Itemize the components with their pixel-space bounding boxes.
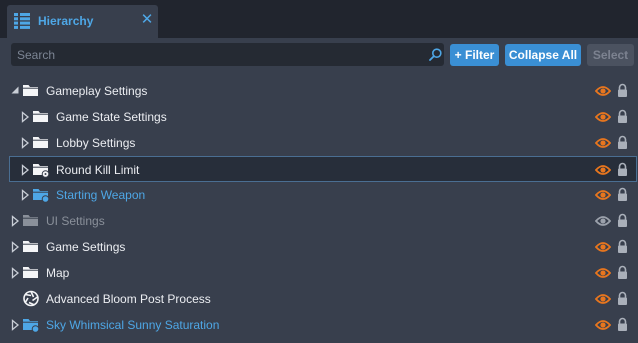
expanded-arrow-icon[interactable]: [10, 85, 20, 97]
tree-row[interactable]: Lobby Settings: [0, 130, 638, 156]
folder-icon: [33, 137, 48, 148]
collapsed-arrow-icon[interactable]: [20, 111, 30, 123]
tree-item-label: Starting Weapon: [56, 188, 146, 202]
search-input[interactable]: [11, 43, 425, 66]
folder-icon: [23, 85, 38, 96]
collapsed-arrow-icon[interactable]: [10, 241, 20, 253]
select-button[interactable]: Select: [587, 44, 634, 66]
eye-icon[interactable]: [595, 214, 611, 228]
tree-item-label: Lobby Settings: [56, 136, 136, 150]
eye-icon[interactable]: [595, 266, 611, 280]
search-icon[interactable]: [429, 48, 442, 61]
collapsed-arrow-icon[interactable]: [10, 267, 20, 279]
tree-item-label: Map: [46, 266, 70, 280]
eye-icon[interactable]: [595, 136, 611, 150]
eye-icon[interactable]: [595, 188, 611, 202]
aperture-icon: [23, 290, 39, 307]
eye-icon[interactable]: [595, 110, 611, 124]
lock-icon[interactable]: [617, 265, 628, 280]
folder-icon: [33, 111, 48, 122]
eye-icon[interactable]: [595, 163, 611, 177]
folder-icon: [23, 215, 38, 226]
collapsed-arrow-icon[interactable]: [20, 189, 30, 201]
lock-icon[interactable]: [617, 135, 628, 150]
hierarchy-icon: [14, 13, 30, 29]
eye-icon[interactable]: [595, 318, 611, 332]
hierarchy-tree: Gameplay Settings Game State Settings Lobb…: [0, 78, 638, 343]
tab-title: Hierarchy: [38, 14, 94, 28]
tree-item-label: Game State Settings: [56, 110, 167, 124]
tree-item-label: UI Settings: [46, 214, 105, 228]
tree-row[interactable]: Gameplay Settings: [0, 78, 638, 104]
lock-icon[interactable]: [617, 187, 628, 202]
close-icon[interactable]: ✕: [139, 11, 155, 29]
search-box: [11, 43, 444, 66]
folder-network-icon: [33, 164, 50, 178]
collapsed-arrow-icon[interactable]: [10, 215, 20, 227]
eye-icon[interactable]: [595, 240, 611, 254]
lock-icon[interactable]: [617, 317, 628, 332]
lock-icon[interactable]: [617, 213, 628, 228]
folder-icon: [23, 241, 38, 252]
template-folder-icon: [23, 319, 40, 333]
tree-item-label: Advanced Bloom Post Process: [46, 292, 211, 306]
lock-icon[interactable]: [617, 109, 628, 124]
tree-row[interactable]: Map: [0, 260, 638, 286]
toolbar: + Filter Collapse All Select: [0, 38, 638, 72]
filter-button[interactable]: + Filter: [450, 44, 499, 66]
collapsed-arrow-icon[interactable]: [20, 137, 30, 149]
lock-icon[interactable]: [617, 291, 628, 306]
template-folder-icon: [33, 189, 50, 203]
tree-row[interactable]: Round Kill Limit: [9, 156, 637, 182]
lock-icon[interactable]: [617, 83, 628, 98]
folder-icon: [23, 267, 38, 278]
tree-row[interactable]: Game Settings: [0, 234, 638, 260]
tree-item-label: Game Settings: [46, 240, 126, 254]
tree-row[interactable]: Game State Settings: [0, 104, 638, 130]
tree-row[interactable]: Sky Whimsical Sunny Saturation: [0, 312, 638, 338]
tree-item-label: Round Kill Limit: [56, 163, 140, 177]
eye-icon[interactable]: [595, 292, 611, 306]
tree-item-label: Sky Whimsical Sunny Saturation: [46, 318, 220, 332]
collapse-all-button[interactable]: Collapse All: [505, 44, 581, 66]
tree-row[interactable]: UI Settings: [0, 208, 638, 234]
tree-row[interactable]: Starting Weapon: [0, 182, 638, 208]
tab-hierarchy[interactable]: Hierarchy ✕: [7, 5, 158, 38]
tab-bar: Hierarchy ✕: [0, 0, 638, 38]
collapsed-arrow-icon[interactable]: [20, 164, 30, 176]
tree-item-label: Gameplay Settings: [46, 84, 148, 98]
tree-row[interactable]: Advanced Bloom Post Process: [0, 286, 638, 312]
collapsed-arrow-icon[interactable]: [10, 319, 20, 331]
lock-icon[interactable]: [617, 162, 628, 177]
eye-icon[interactable]: [595, 84, 611, 98]
lock-icon[interactable]: [617, 239, 628, 254]
